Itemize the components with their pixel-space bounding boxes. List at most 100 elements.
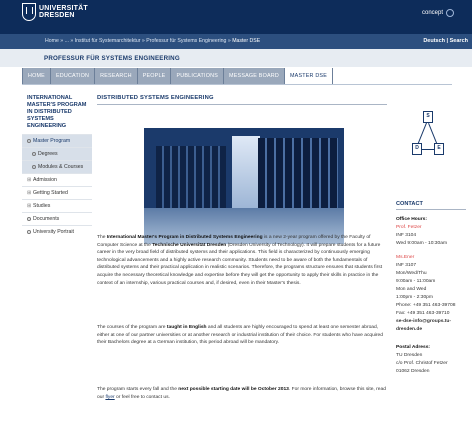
user-swirl-icon bbox=[446, 9, 454, 17]
crumb-home[interactable]: Home bbox=[45, 38, 59, 44]
person2-link[interactable]: Ms.Ener bbox=[396, 254, 466, 262]
diagram-box-s: S bbox=[423, 111, 433, 123]
university-logo[interactable]: UNIVERSITÄT DRESDEN bbox=[22, 3, 88, 21]
language-paragraph: The courses of the program are taught in… bbox=[97, 324, 387, 347]
person1-link[interactable]: Prof. Fetzer bbox=[396, 224, 466, 232]
tab-message-board[interactable]: MESSAGE BOARD bbox=[224, 68, 284, 84]
data-center-photo bbox=[144, 128, 344, 244]
contact-title: CONTACT bbox=[396, 201, 466, 210]
time2a: 9:00am - 11:00am bbox=[396, 279, 436, 284]
diagram-box-e: E bbox=[434, 143, 444, 155]
postal-line3: 01062 Dresden bbox=[396, 369, 430, 374]
sidebar-item-master-program[interactable]: Master Program bbox=[22, 134, 92, 147]
breadcrumb: Home » ... » Institut für Systemarchitek… bbox=[45, 38, 261, 44]
p3-text-c: or feel free to contact us. bbox=[114, 394, 170, 400]
lang-search-links: Deutsch | Search bbox=[423, 38, 468, 44]
tab-publications[interactable]: PUBLICATIONS bbox=[171, 68, 224, 84]
postal-label: Postal Adress: bbox=[396, 345, 431, 350]
user-label: concept bbox=[421, 10, 443, 16]
p2-english: taught in English bbox=[166, 325, 207, 330]
circle-bullet-icon bbox=[27, 216, 31, 221]
sidebar-item-getting-started[interactable]: ⊞ Getting Started bbox=[22, 186, 92, 199]
right-column: S D E CONTACT Office Hours: Prof. Fetzer… bbox=[396, 95, 466, 376]
crumb-chair[interactable]: Professur für Systems Engineering bbox=[146, 38, 226, 44]
sidebar-item-admission[interactable]: ⊞ Admission bbox=[22, 173, 92, 186]
sidebar-item-label: University Portrait bbox=[33, 229, 74, 235]
server-racks-left bbox=[156, 146, 226, 216]
breadcrumb-bar: Home » ... » Institut für Systemarchitek… bbox=[0, 34, 472, 49]
sidebar-item-label: Documents bbox=[33, 216, 60, 222]
sidebar-item-modules-courses[interactable]: Modules & Courses bbox=[22, 160, 92, 173]
circle-bullet-icon bbox=[27, 138, 31, 143]
tab-people[interactable]: PEOPLE bbox=[137, 68, 171, 84]
sidebar-item-label: Modules & Courses bbox=[38, 164, 84, 170]
p1-program-name: International Master's Program in Distri… bbox=[106, 235, 263, 240]
expand-plus-icon: ⊞ bbox=[27, 203, 32, 209]
circle-bullet-icon bbox=[32, 151, 36, 156]
sidebar-item-documents[interactable]: Documents bbox=[22, 212, 92, 225]
office-hours-label: Office Hours: bbox=[396, 217, 427, 222]
user-area[interactable]: concept bbox=[422, 9, 454, 17]
flyer-link[interactable]: flyer bbox=[105, 395, 114, 400]
crumb-institute[interactable]: Institut für Systemarchitektur bbox=[75, 38, 141, 44]
sidebar-title: INTERNATIONAL MASTER'S PROGRAM IN DISTRI… bbox=[27, 95, 87, 129]
lang-de-link[interactable]: Deutsch bbox=[423, 38, 445, 44]
tab-home[interactable]: HOME bbox=[23, 68, 50, 84]
p1-text-a: The bbox=[97, 235, 107, 240]
crumb-ellipsis[interactable]: ... bbox=[65, 38, 69, 44]
main-content: DISTRIBUTED SYSTEMS ENGINEERING The Inte… bbox=[97, 95, 387, 400]
top-header: UNIVERSITÄT DRESDEN concept bbox=[0, 0, 472, 34]
diagram-box-d: D bbox=[412, 143, 422, 155]
nav-divider bbox=[22, 84, 452, 85]
dse-diagram: S D E bbox=[410, 109, 456, 169]
start-paragraph: The program starts every fall and the ne… bbox=[97, 386, 387, 401]
tab-research[interactable]: RESEARCH bbox=[95, 68, 137, 84]
site-title-bar: PROFESSUR FÜR SYSTEMS ENGINEERING bbox=[0, 49, 472, 67]
fax: Fax: +49 351 463-39710 bbox=[396, 311, 450, 316]
tu-crest-icon bbox=[22, 3, 36, 21]
p1-university: Technische Universität Dresden bbox=[152, 242, 227, 248]
circle-bullet-icon bbox=[32, 164, 36, 169]
time2b: 1:00pm - 2:30pm bbox=[396, 295, 433, 300]
diagram-line bbox=[427, 123, 438, 144]
secretary-hours: Ms.Ener INF 3107 Mon/Wed/Thu 9:00am - 11… bbox=[396, 254, 466, 334]
sidebar: INTERNATIONAL MASTER'S PROGRAM IN DISTRI… bbox=[22, 95, 92, 238]
postal-line1: TU Dresden bbox=[396, 353, 423, 358]
sidebar-item-university-portrait[interactable]: University Portrait bbox=[22, 225, 92, 238]
room1: INF 3104 bbox=[396, 233, 417, 238]
tab-education[interactable]: EDUCATION bbox=[50, 68, 95, 84]
search-link[interactable]: Search bbox=[450, 38, 468, 44]
phone: Phone: +49 351 463-39708 bbox=[396, 303, 456, 308]
intro-paragraph: The International Master's Program in Di… bbox=[97, 234, 387, 287]
site-title[interactable]: PROFESSUR FÜR SYSTEMS ENGINEERING bbox=[44, 55, 180, 62]
sidebar-item-studies[interactable]: ⊞ Studies bbox=[22, 199, 92, 212]
p1-text-c: (Dresden University of Technology). It w… bbox=[97, 242, 383, 286]
sidebar-item-label: Master Program bbox=[33, 138, 71, 144]
sidebar-item-label: Admission bbox=[33, 177, 57, 183]
sidebar-item-label: Degrees bbox=[38, 151, 58, 157]
server-racks-right bbox=[258, 138, 338, 218]
page-title: DISTRIBUTED SYSTEMS ENGINEERING bbox=[97, 95, 387, 105]
diagram-line bbox=[417, 122, 427, 144]
expand-plus-icon: ⊞ bbox=[27, 190, 32, 196]
email-link[interactable]: se-dse-info@groups.tu-dresden.de bbox=[396, 318, 466, 334]
crumb-current: Master DSE bbox=[232, 38, 261, 44]
logo-line1: UNIVERSITÄT bbox=[39, 5, 88, 12]
circle-bullet-icon bbox=[27, 229, 31, 234]
postal-line2: c/o Prof. Christof Fetzer bbox=[396, 361, 448, 366]
p3-start-date: next possible starting date will be Octo… bbox=[178, 387, 289, 392]
days2: Mon/Wed/Thu bbox=[396, 271, 427, 276]
main-nav: HOME EDUCATION RESEARCH PEOPLE PUBLICATI… bbox=[22, 68, 334, 84]
p2-text-a: The courses of the program are bbox=[97, 325, 167, 330]
sidebar-item-degrees[interactable]: Degrees bbox=[22, 147, 92, 160]
time1: Wed 9:00am - 10:30am bbox=[396, 241, 448, 246]
office-hours: Office Hours: Prof. Fetzer INF 3104 Wed … bbox=[396, 216, 466, 248]
postal-address: Postal Adress: TU Dresden c/o Prof. Chri… bbox=[396, 344, 466, 376]
logo-line2: DRESDEN bbox=[39, 12, 75, 19]
room2: INF 3107 bbox=[396, 263, 417, 268]
p3-text-a: The program starts every fall and the bbox=[97, 387, 179, 392]
days2b: Mon and Wed bbox=[396, 287, 427, 292]
expand-plus-icon: ⊞ bbox=[27, 177, 32, 183]
sidebar-item-label: Getting Started bbox=[33, 190, 68, 196]
tab-master-dse[interactable]: MASTER DSE bbox=[284, 68, 333, 84]
